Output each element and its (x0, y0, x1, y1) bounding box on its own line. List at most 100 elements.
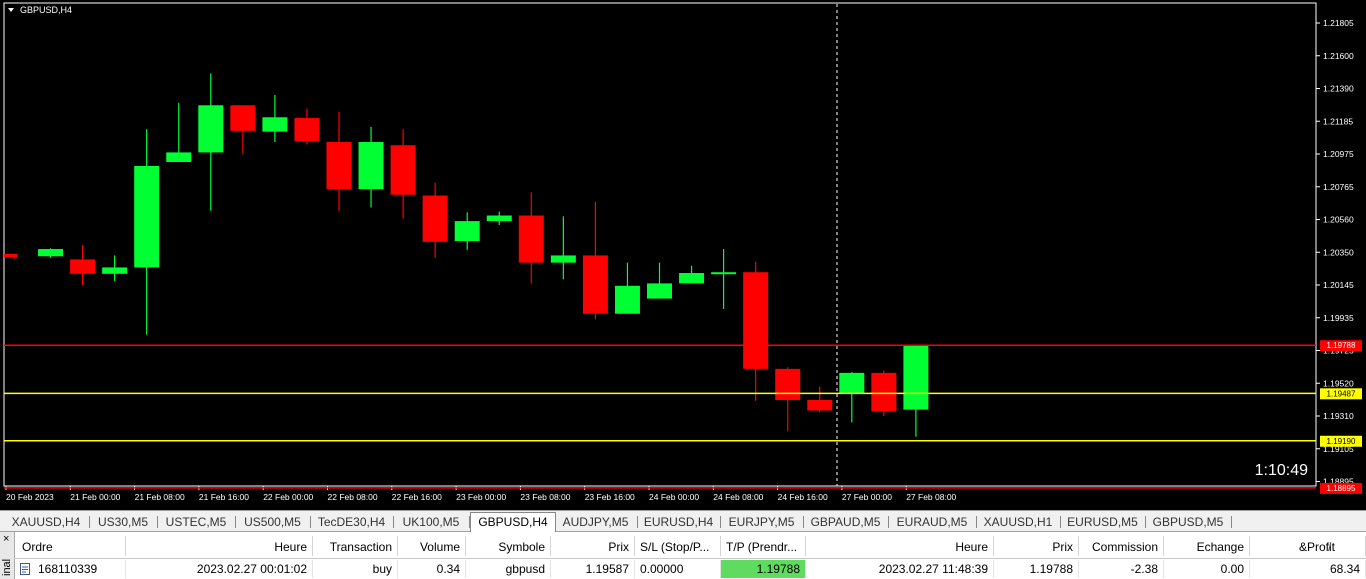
level-lines: 1.19788 1.19487 1.19190 1.18895 (4, 340, 1362, 494)
price-label: 1.19935 (1323, 313, 1354, 323)
candle (550, 216, 576, 280)
chart-menu-arrow-icon (8, 8, 14, 12)
candle-body (518, 215, 544, 263)
chart-title: GBPUSD,H4 (20, 5, 72, 15)
candle-body (679, 273, 705, 284)
candle (230, 105, 256, 154)
tab-audjpy-m5[interactable]: AUDJPY,M5 (555, 513, 636, 531)
candle (903, 345, 929, 437)
tab-us30-m5[interactable]: US30,M5 (90, 513, 156, 531)
candle-body (294, 118, 320, 142)
cell-price: 1.19587 (551, 560, 635, 578)
candle-body (614, 285, 640, 314)
time-label: 20 Feb 2023 (6, 492, 54, 502)
candle (358, 126, 384, 208)
terminal-side-label: inal (1, 558, 13, 576)
candle (422, 182, 448, 258)
column-header-close-time[interactable]: Heure (806, 536, 994, 556)
price-label: 1.19310 (1323, 411, 1354, 421)
candle (518, 192, 544, 284)
time-label: 22 Feb 16:00 (392, 492, 442, 502)
candle (70, 245, 96, 285)
candle (582, 201, 608, 320)
candle-body (550, 255, 576, 263)
tab-ustec-m5[interactable]: USTEC,M5 (158, 513, 234, 531)
candle-body (38, 249, 64, 257)
time-label: 27 Feb 00:00 (842, 492, 892, 502)
column-header-transaction[interactable]: Transaction (313, 536, 398, 556)
level-price-label: 1.19487 (1327, 389, 1356, 398)
candle-body (422, 195, 448, 242)
price-label: 1.19520 (1323, 378, 1354, 388)
price-axis: 1.21805 1.21600 1.21390 1.21185 1.20975 1.207… (1316, 18, 1354, 487)
column-header-close-price[interactable]: Prix (994, 536, 1079, 556)
candle (198, 73, 224, 211)
candle (134, 129, 160, 335)
column-header-price[interactable]: Prix (551, 536, 635, 556)
column-header-commission[interactable]: Commission (1079, 536, 1164, 556)
time-label: 23 Feb 16:00 (585, 492, 635, 502)
candle (839, 372, 865, 423)
column-header-profit[interactable]: &Profit (1250, 536, 1366, 556)
column-header-swap[interactable]: Echange (1164, 536, 1250, 556)
candle-body (134, 165, 160, 268)
tab-us500-m5[interactable]: US500,M5 (236, 513, 309, 531)
candle (679, 265, 705, 284)
terminal-panel: × inal Ordre Heure Transaction Volume Symbol… (0, 532, 1366, 579)
level-price-label: 1.19788 (1327, 341, 1356, 350)
tab-gbpusd-m5[interactable]: GBPUSD,M5 (1146, 513, 1230, 531)
candle-body (871, 372, 897, 412)
terminal-side-strip: × inal (0, 532, 15, 579)
tab-gbpusd-h4[interactable]: GBPUSD,H4 (470, 512, 556, 533)
chart-frame (3, 2, 1317, 487)
candle-body (839, 372, 865, 394)
column-header-take-profit[interactable]: T/P (Prendr... (721, 536, 806, 556)
tab-eurjpy-m5[interactable]: EURJPY,M5 (721, 513, 802, 531)
time-label: 24 Feb 16:00 (778, 492, 828, 502)
candle-body (647, 283, 672, 299)
candle (711, 249, 737, 309)
tab-tecde30-h4[interactable]: TecDE30,H4 (311, 513, 392, 531)
tab-eurusd-h4[interactable]: EURUSD,H4 (638, 513, 719, 531)
time-label: 24 Feb 00:00 (649, 492, 699, 502)
close-icon[interactable]: × (3, 533, 9, 545)
candle (326, 111, 352, 211)
cell-transaction: buy (313, 560, 398, 578)
column-header-volume[interactable]: Volume (398, 536, 466, 556)
tab-separator (1231, 516, 1232, 528)
tab-xauusd-h1[interactable]: XAUUSD,H1 (977, 513, 1059, 531)
cell-time: 2023.02.27 00:01:02 (126, 560, 313, 578)
price-label: 1.20560 (1323, 215, 1354, 225)
candle-body (70, 259, 96, 274)
candle (166, 102, 192, 162)
column-header-order[interactable]: Ordre (14, 536, 126, 556)
cell-profit: 68.34 (1250, 560, 1366, 578)
column-header-symbol[interactable]: Symbole (466, 536, 551, 556)
price-label: 1.20975 (1323, 149, 1354, 159)
tab-eurusd-m5[interactable]: EURUSD,M5 (1061, 513, 1144, 531)
candle-body (230, 105, 256, 131)
candle (743, 261, 769, 401)
column-header-stop-loss[interactable]: S/L (Stop/P... (635, 536, 721, 556)
candle-body (582, 255, 608, 314)
time-label: 21 Feb 00:00 (70, 492, 120, 502)
column-header-time[interactable]: Heure (126, 536, 313, 556)
candle-body (166, 152, 192, 162)
price-label: 1.20350 (1323, 247, 1354, 257)
tab-euraud-m5[interactable]: EURAUD,M5 (889, 513, 975, 531)
cell-order: 168110339 (14, 560, 126, 578)
tab-gbpaud-m5[interactable]: GBPAUD,M5 (804, 513, 887, 531)
candle (38, 248, 64, 258)
tab-uk100-m5[interactable]: UK100,M5 (394, 513, 468, 531)
time-label: 23 Feb 00:00 (456, 492, 506, 502)
price-chart[interactable]: GBPUSD,H4 1.21805 1.21600 1.21390 1.21185 1.… (0, 0, 1366, 510)
candle (390, 129, 416, 219)
cell-close-price: 1.19788 (994, 560, 1079, 578)
candle-body (807, 400, 833, 411)
tab-xauusd-h4[interactable]: XAUUSD,H4 (4, 513, 88, 531)
time-label: 23 Feb 08:00 (520, 492, 570, 502)
price-label: 1.20145 (1323, 280, 1354, 290)
candlestick-chart-canvas[interactable]: GBPUSD,H4 1.218051.216001.213901.211851.… (0, 0, 1366, 510)
cell-commission: -2.38 (1079, 560, 1164, 578)
time-label: 27 Feb 08:00 (906, 492, 956, 502)
